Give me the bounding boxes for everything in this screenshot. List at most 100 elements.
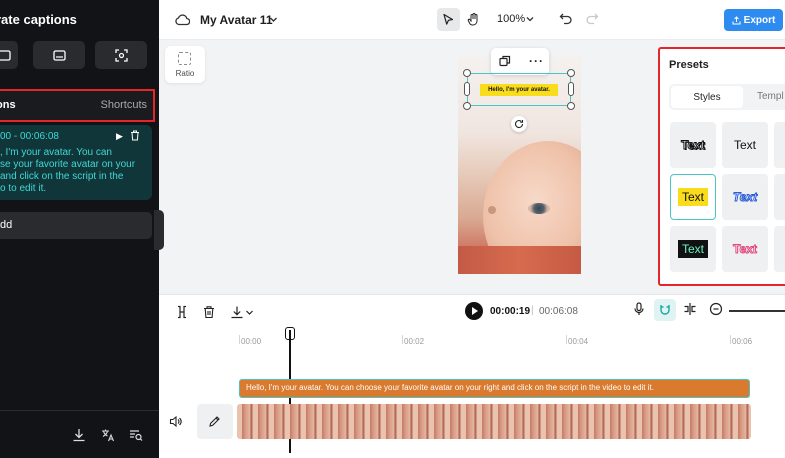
preset-style[interactable] xyxy=(774,174,785,220)
preset-style[interactable]: Text xyxy=(722,174,768,220)
microphone-icon[interactable] xyxy=(632,302,646,316)
caption-tool-button-3[interactable] xyxy=(95,41,147,69)
ruler-tick xyxy=(239,335,240,344)
export-label: Export xyxy=(743,14,776,26)
presets-tabs: Styles Templ xyxy=(669,84,785,110)
ratio-icon xyxy=(178,52,191,65)
snap-toggle[interactable] xyxy=(654,299,676,321)
resize-handle-bl[interactable] xyxy=(463,102,471,110)
presets-panel: Presets Styles Templ Text Text Text Text… xyxy=(658,47,785,286)
hand-icon xyxy=(467,13,478,26)
trash-icon[interactable] xyxy=(130,130,140,141)
panel-collapse-handle[interactable] xyxy=(154,210,164,250)
add-caption-button[interactable]: dd xyxy=(0,212,152,239)
resize-handle-right[interactable] xyxy=(568,82,574,96)
avatar-eye-right xyxy=(528,203,550,214)
upload-icon xyxy=(732,15,741,24)
search-captions-icon[interactable] xyxy=(129,428,143,442)
volume-icon[interactable] xyxy=(169,415,182,428)
caption-tabs: ons Shortcuts xyxy=(0,89,155,122)
time-separator: | xyxy=(531,305,534,316)
avatar-eye-left xyxy=(488,206,496,214)
play-icon[interactable]: ▶ xyxy=(116,131,123,142)
pencil-icon xyxy=(209,416,220,427)
undo-icon[interactable] xyxy=(559,12,573,26)
hand-tool-button[interactable] xyxy=(462,8,485,31)
more-icon[interactable]: ··· xyxy=(529,54,544,68)
edit-avatar-button[interactable] xyxy=(197,404,233,439)
resize-handle-tl[interactable] xyxy=(463,69,471,77)
panel-title: rate captions xyxy=(0,12,77,27)
play-button[interactable] xyxy=(465,302,483,320)
caption-overlay[interactable]: Hello, I'm your avatar. xyxy=(480,84,558,96)
export-button[interactable]: Export xyxy=(724,9,783,31)
panel-divider xyxy=(0,410,159,411)
ratio-label: Ratio xyxy=(175,69,195,78)
avatar-shirt xyxy=(458,246,581,274)
tab-styles[interactable]: Styles xyxy=(671,86,743,108)
split-screen-icon[interactable] xyxy=(683,302,697,316)
caption-track-clip[interactable]: Hello, I'm your avatar. You can choose y… xyxy=(239,379,750,398)
preset-label: Text xyxy=(677,188,708,206)
zoom-slider[interactable] xyxy=(729,310,785,312)
preset-label: Text xyxy=(733,242,758,257)
caption-item[interactable]: 00 - 00:06:08 ▶ , I'm your avatar. You c… xyxy=(0,125,152,200)
split-icon[interactable] xyxy=(175,305,189,319)
scan-icon xyxy=(114,48,128,62)
ruler-label: 00:02 xyxy=(404,337,425,346)
resize-handle-tr[interactable] xyxy=(567,69,575,77)
chevron-down-icon[interactable] xyxy=(245,305,254,319)
preset-label: Text xyxy=(677,240,708,258)
duplicate-icon[interactable] xyxy=(499,55,511,67)
caption-icon xyxy=(0,49,11,61)
rotate-icon xyxy=(515,120,524,129)
tab-shortcuts[interactable]: Shortcuts xyxy=(101,99,147,111)
cloud-icon xyxy=(175,14,190,26)
element-toolbar: ··· xyxy=(491,48,549,75)
caption-tool-button-1[interactable] xyxy=(0,41,18,69)
preset-style[interactable]: Text xyxy=(722,226,768,272)
presets-title: Presets xyxy=(669,59,709,71)
rotate-handle[interactable] xyxy=(511,116,527,132)
translate-icon[interactable] xyxy=(101,428,115,442)
add-label: dd xyxy=(0,219,13,231)
chevron-down-icon[interactable] xyxy=(269,15,278,24)
total-time: 00:06:08 xyxy=(539,306,578,317)
tab-templates[interactable]: Templ xyxy=(757,91,784,102)
preset-label: Text xyxy=(732,190,758,205)
download-icon[interactable] xyxy=(72,428,86,442)
redo-icon[interactable] xyxy=(585,12,599,26)
preset-style[interactable]: Text xyxy=(722,122,768,168)
project-name[interactable]: My Avatar 11 xyxy=(200,13,273,27)
video-track-clip[interactable] xyxy=(237,404,751,439)
preset-label: Text xyxy=(733,138,756,152)
preset-style[interactable]: Text xyxy=(670,226,716,272)
chevron-down-icon[interactable] xyxy=(526,15,534,23)
trash-icon[interactable] xyxy=(202,305,216,319)
zoom-out-icon[interactable] xyxy=(709,302,723,316)
ratio-button[interactable]: Ratio xyxy=(165,46,205,83)
preset-style[interactable] xyxy=(774,226,785,272)
ruler-tick xyxy=(730,335,731,344)
ruler-label: 00:06 xyxy=(732,337,753,346)
caption-text[interactable]: , I'm your avatar. You can se your favor… xyxy=(0,147,146,195)
magnet-icon xyxy=(660,305,670,315)
zoom-level[interactable]: 100% xyxy=(497,13,525,25)
resize-handle-br[interactable] xyxy=(567,102,575,110)
subtitles-icon xyxy=(52,49,66,61)
ruler-tick xyxy=(566,335,567,344)
caption-track-text: Hello, I'm your avatar. You can choose y… xyxy=(246,383,654,392)
download-icon[interactable] xyxy=(230,305,244,319)
preset-style[interactable]: Text xyxy=(670,122,716,168)
preset-style[interactable] xyxy=(774,122,785,168)
ruler-label: 00:00 xyxy=(241,337,262,346)
resize-handle-left[interactable] xyxy=(464,82,470,96)
captions-panel: rate captions ons Shortcuts 00 - 00:06:0… xyxy=(0,0,159,458)
cursor-icon xyxy=(443,13,454,25)
current-time: 00:00:19 xyxy=(490,306,531,317)
tab-captions[interactable]: ons xyxy=(0,99,16,111)
select-tool-button[interactable] xyxy=(437,8,460,31)
preset-style-selected[interactable]: Text xyxy=(670,174,716,220)
caption-tool-button-2[interactable] xyxy=(33,41,85,69)
ruler-label: 00:04 xyxy=(568,337,589,346)
